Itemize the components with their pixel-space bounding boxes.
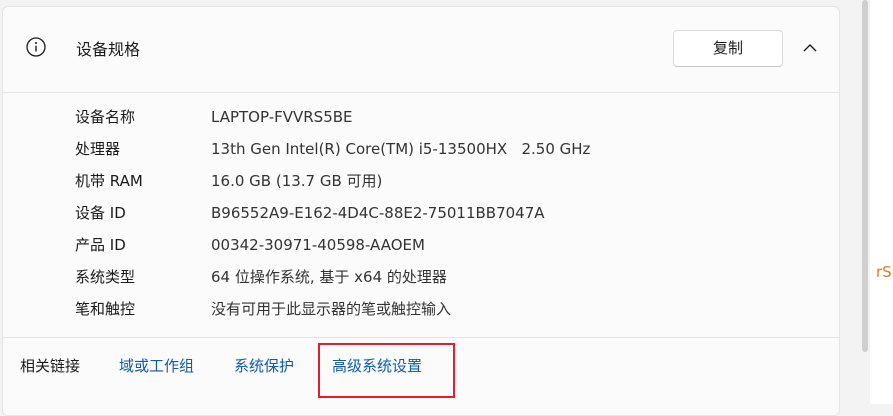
spec-row-product-id: 产品 ID 00342-30971-40598-AAOEM (3, 231, 839, 259)
spec-value: 64 位操作系统, 基于 x64 的处理器 (211, 268, 447, 286)
right-edge (870, 0, 893, 404)
related-divider (3, 337, 839, 338)
link-system-protection[interactable]: 系统保护 (234, 354, 294, 378)
section-title: 设备规格 (76, 40, 141, 59)
side-text: rS (876, 263, 892, 281)
spec-row-ram: 机带 RAM 16.0 GB (13.7 GB 可用) (3, 167, 839, 195)
chevron-up-icon[interactable] (802, 42, 818, 54)
spec-label: 系统类型 (75, 268, 136, 286)
spec-value: B96552A9-E162-4D4C-88E2-75011BB7047A (211, 204, 545, 222)
spec-value: LAPTOP-FVVRS5BE (211, 108, 353, 126)
spec-label: 设备 ID (75, 204, 126, 222)
spec-row-system-type: 系统类型 64 位操作系统, 基于 x64 的处理器 (3, 263, 839, 291)
related-links-label: 相关链接 (20, 357, 81, 375)
spec-label: 设备名称 (75, 108, 136, 126)
scrollbar[interactable] (862, 0, 868, 352)
spec-label: 产品 ID (75, 236, 126, 254)
spec-row-device-name: 设备名称 LAPTOP-FVVRS5BE (3, 103, 839, 131)
spec-row-processor: 处理器 13th Gen Intel(R) Core(TM) i5-13500H… (3, 135, 839, 163)
device-specs-header[interactable]: 设备规格 复制 (3, 7, 839, 92)
spec-label: 机带 RAM (75, 172, 143, 190)
spec-value: 13th Gen Intel(R) Core(TM) i5-13500HX 2.… (211, 140, 591, 158)
spec-value: 00342-30971-40598-AAOEM (211, 236, 425, 254)
spec-row-device-id: 设备 ID B96552A9-E162-4D4C-88E2-75011BB704… (3, 199, 839, 227)
spec-label: 处理器 (75, 140, 121, 158)
info-icon (26, 37, 46, 57)
highlight-box (318, 343, 455, 398)
link-domain-workgroup[interactable]: 域或工作组 (119, 354, 194, 378)
spec-value: 16.0 GB (13.7 GB 可用) (211, 172, 383, 190)
copy-button[interactable]: 复制 (673, 30, 783, 67)
spec-label: 笔和触控 (75, 300, 136, 318)
spec-row-pen-touch: 笔和触控 没有可用于此显示器的笔或触控输入 (3, 295, 839, 323)
header-divider (3, 92, 839, 93)
spec-value: 没有可用于此显示器的笔或触控输入 (211, 300, 452, 318)
